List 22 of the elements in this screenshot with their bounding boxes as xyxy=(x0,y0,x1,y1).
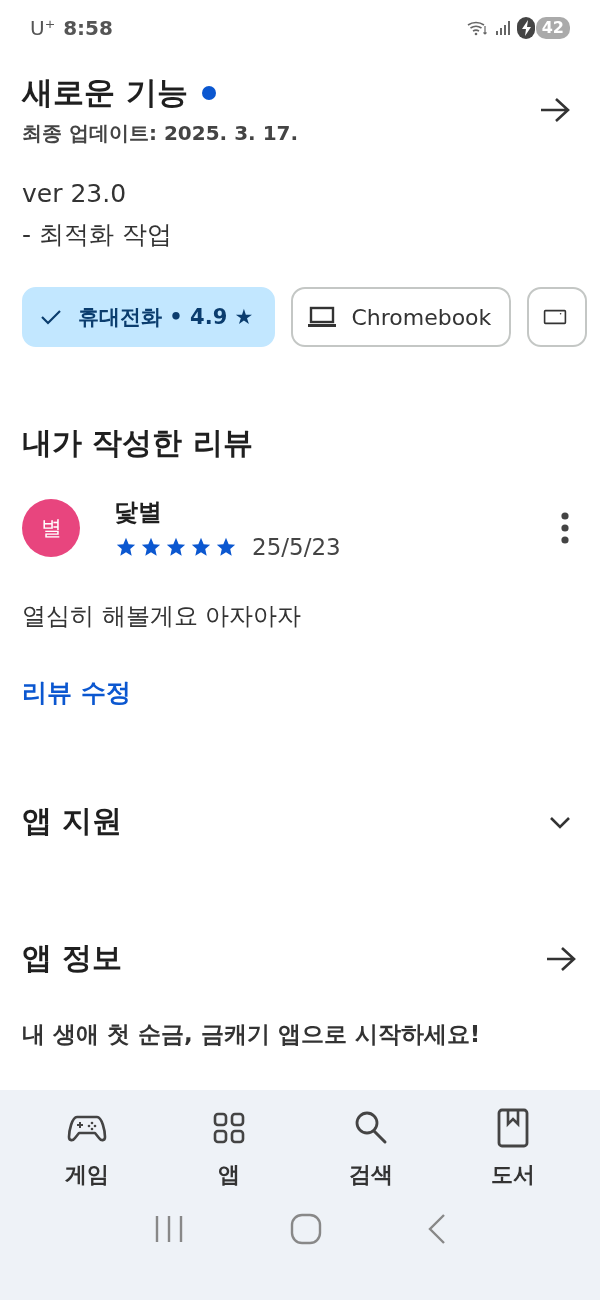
clock: 8:58 xyxy=(63,16,113,40)
nav-tab[interactable]: 검색 xyxy=(316,1108,426,1190)
release-note: ver 23.0 xyxy=(22,179,128,208)
avatar: 별 xyxy=(22,499,80,557)
device-chip[interactable]: 휴대전화 • 4.9 ★ xyxy=(22,287,276,347)
section-title: 앱 지원 xyxy=(22,802,123,840)
review-text: 열심히 해볼게요 아자아자 xyxy=(21,601,303,632)
reviewer-name: 닻별 xyxy=(114,497,163,528)
battery-level: 42 xyxy=(535,17,570,39)
device-chip[interactable]: Chromebook xyxy=(291,287,512,347)
nav-tab[interactable]: 게임 xyxy=(32,1108,142,1190)
update-date: 최종 업데이트: 2025. 3. 17. xyxy=(22,120,299,147)
nav-tab[interactable]: 앱 xyxy=(174,1108,284,1190)
section-title: 새로운 기능 xyxy=(22,73,188,112)
carrier-label: U⁺ xyxy=(30,16,56,40)
review-date: 25/5/23 xyxy=(252,534,341,560)
app-description: 내 생애 첫 순금, 금캐기 앱으로 시작하세요! xyxy=(21,1020,482,1049)
release-note: - 최적화 작업 xyxy=(22,219,173,251)
section-title: 앱 정보 xyxy=(22,939,123,977)
section-title: 내가 작성한 리뷰 xyxy=(21,424,254,462)
edit-review-link[interactable]: 리뷰 수정 xyxy=(0,632,153,709)
nav-tab[interactable]: 도서 xyxy=(458,1108,568,1190)
